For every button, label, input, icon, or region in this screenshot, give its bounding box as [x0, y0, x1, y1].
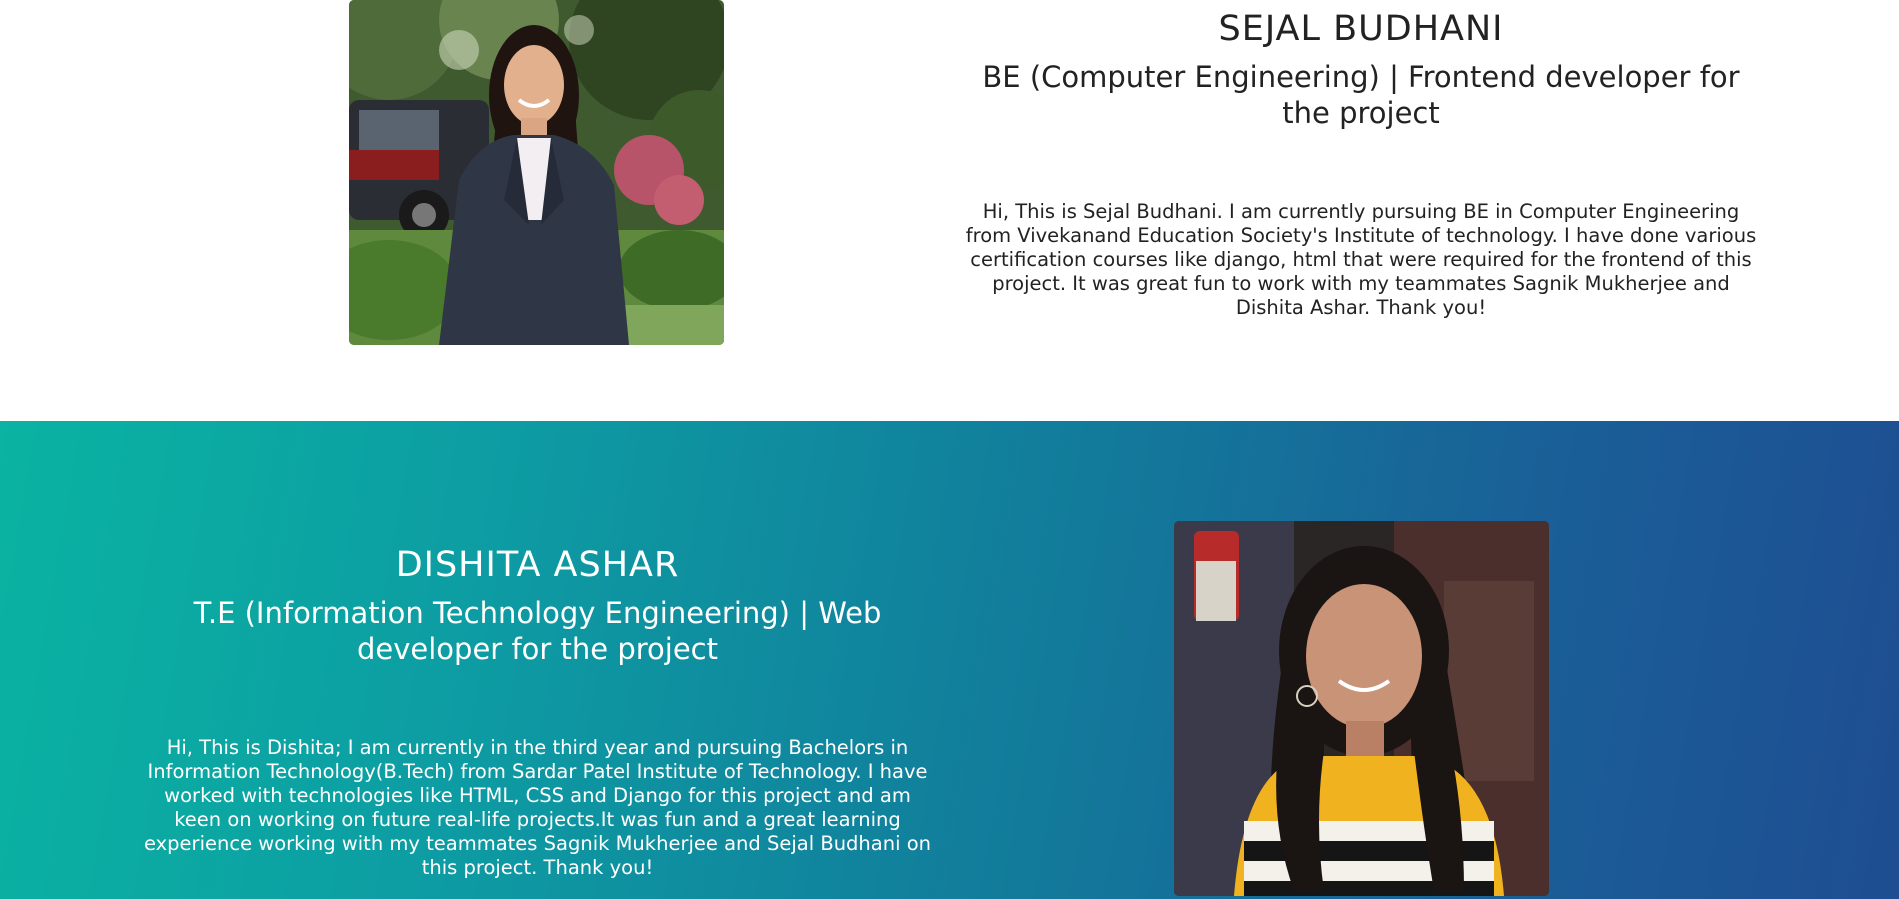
profile-photo-dishita: [1174, 521, 1549, 896]
member-section-sejal: SEJAL BUDHANI BE (Computer Engineering) …: [0, 0, 1899, 421]
profile-photo-dishita-image: [1174, 521, 1549, 896]
member-name: SEJAL BUDHANI: [1218, 9, 1504, 49]
member-role: T.E (Information Technology Engineering)…: [193, 596, 882, 666]
member-role: BE (Computer Engineering) | Frontend dev…: [982, 60, 1740, 130]
member-name: DISHITA ASHAR: [395, 545, 680, 585]
member-bio: Hi, This is Dishita; I am currently in t…: [143, 736, 932, 879]
member-bio: Hi, This is Sejal Budhani. I am currentl…: [965, 200, 1757, 319]
member-info-sejal: SEJAL BUDHANI BE (Computer Engineering) …: [960, 0, 1762, 319]
team-page: SEJAL BUDHANI BE (Computer Engineering) …: [0, 0, 1899, 899]
member-info-dishita: DISHITA ASHAR T.E (Information Technolog…: [140, 536, 935, 879]
profile-photo-sejal-image: [349, 0, 724, 345]
profile-photo-sejal: [349, 0, 724, 345]
member-section-dishita: DISHITA ASHAR T.E (Information Technolog…: [0, 421, 1899, 899]
